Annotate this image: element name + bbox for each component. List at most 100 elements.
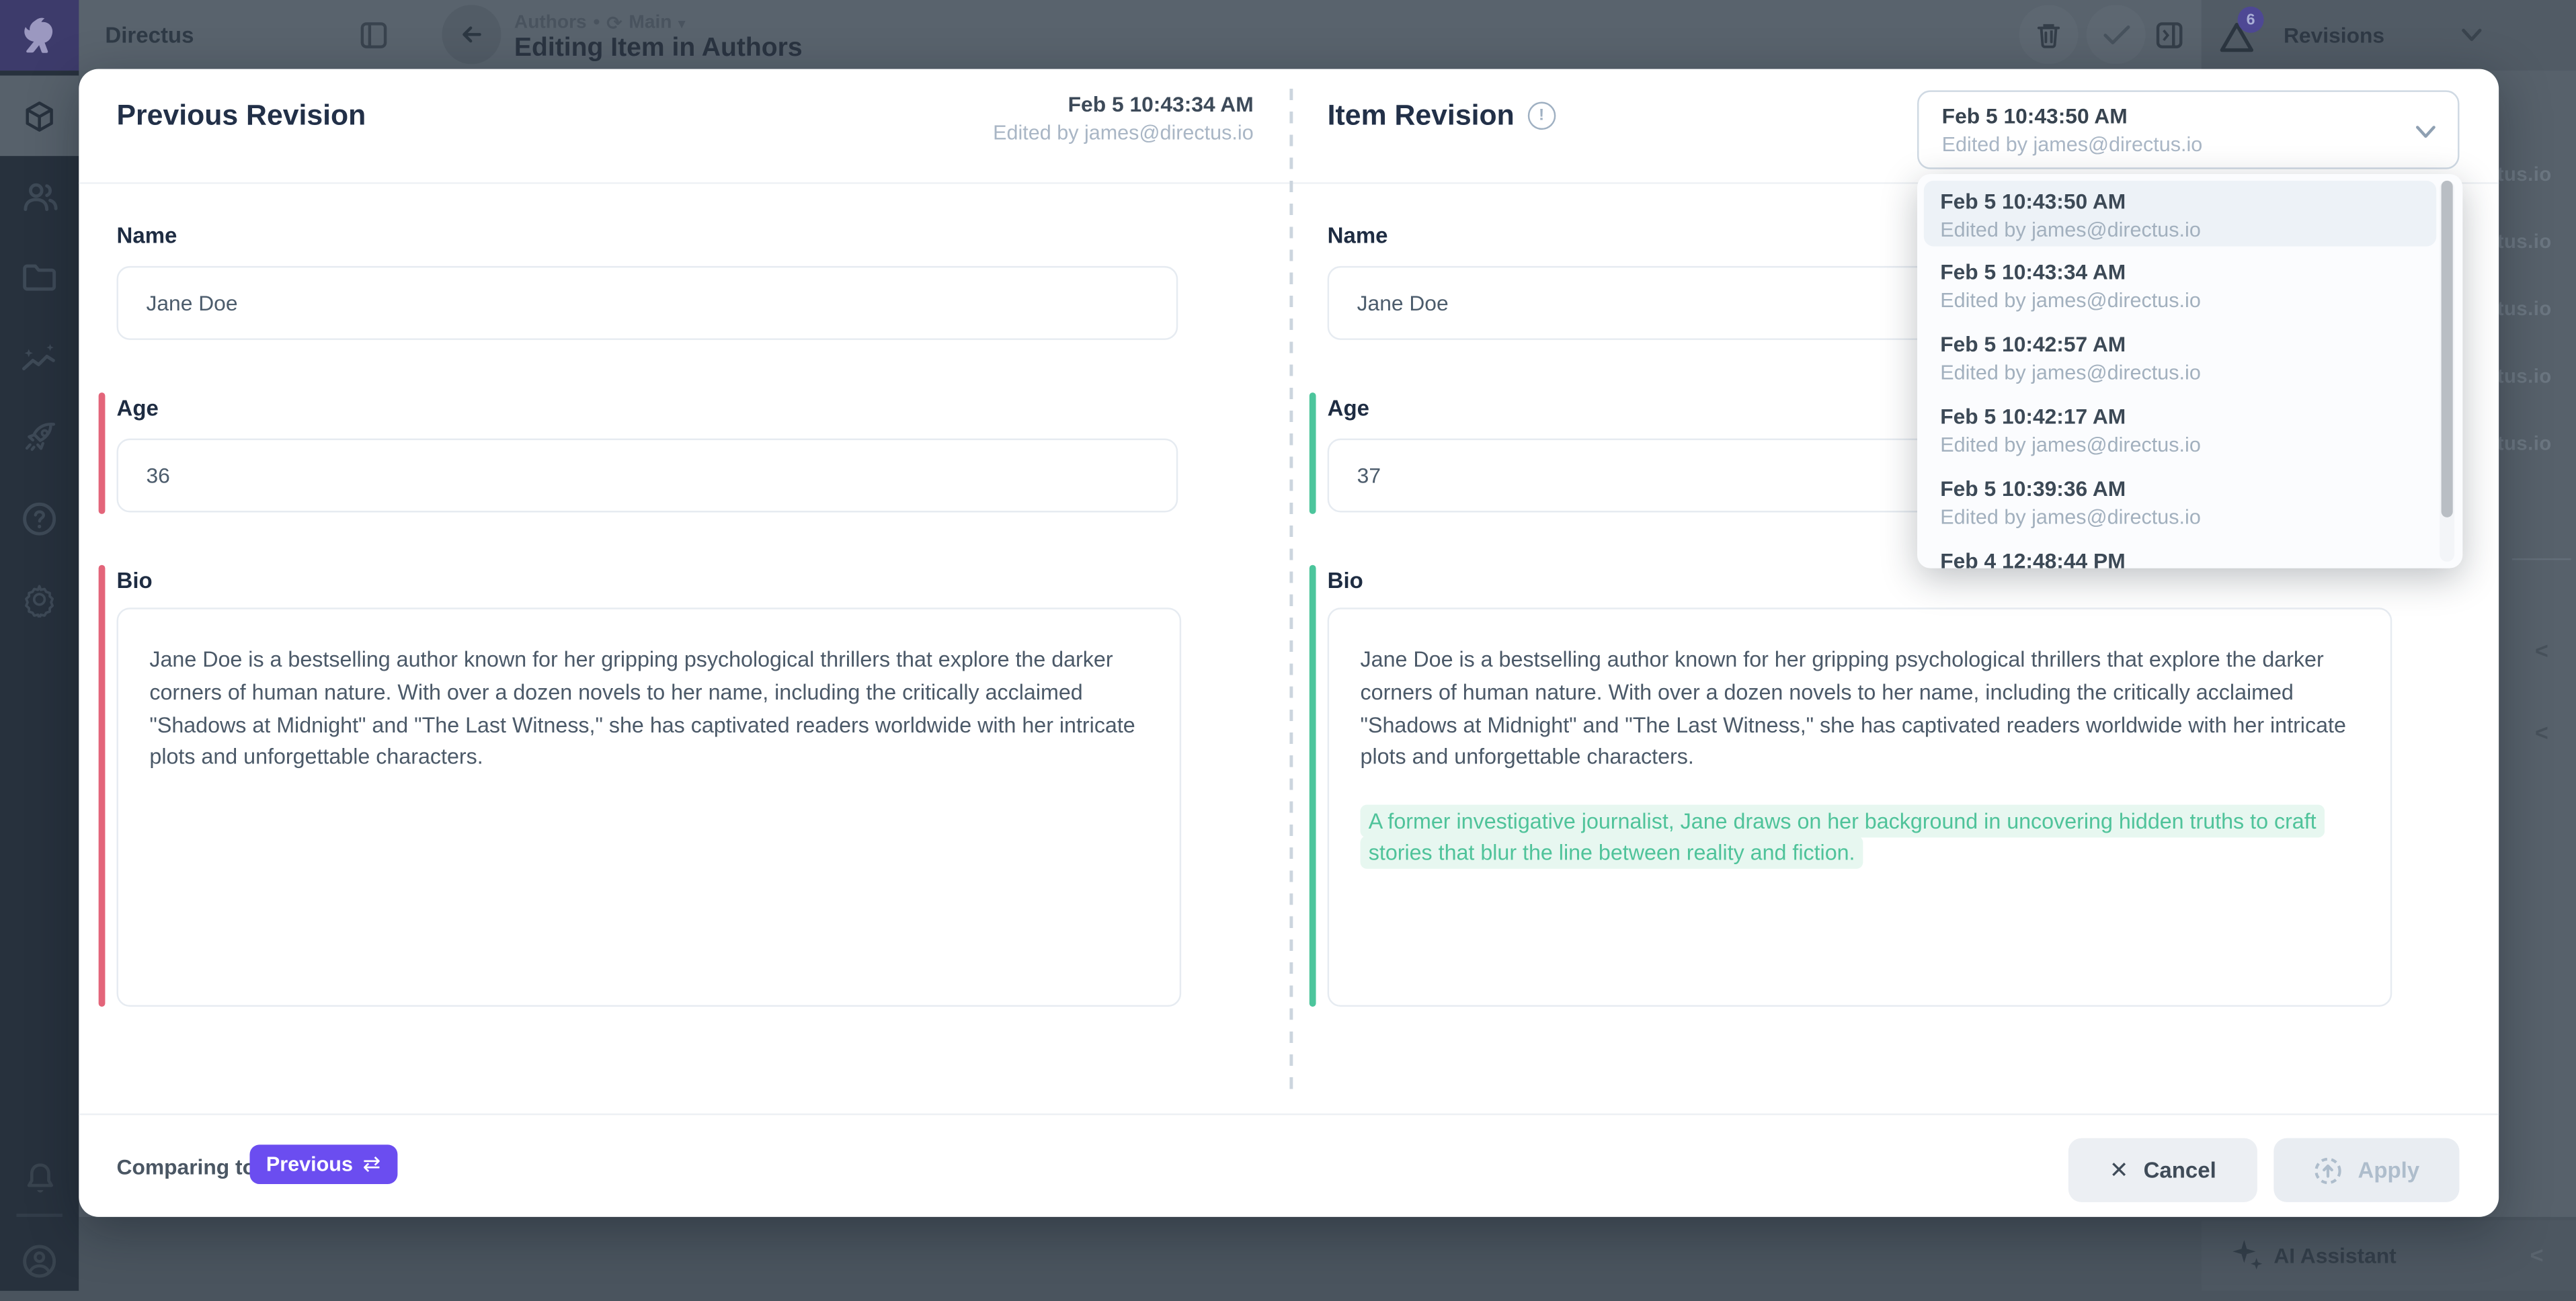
module-content[interactable]: [0, 75, 79, 156]
version-name: Main: [629, 13, 672, 33]
previous-bio-text: Jane Doe is a bestselling author known f…: [149, 644, 1148, 774]
revision-select[interactable]: Feb 5 10:43:50 AM Edited by james@direct…: [1917, 90, 2459, 169]
current-name-value: Jane Doe: [1357, 291, 1449, 316]
revision-option[interactable]: Feb 5 10:39:36 AM Edited by james@direct…: [1917, 466, 2462, 539]
revision-option[interactable]: Feb 4 12:48:44 PM Edited by james@direct…: [1917, 539, 2462, 569]
current-age-value: 37: [1357, 463, 1381, 488]
previous-revision-meta: Feb 5 10:43:34 AM Edited by james@direct…: [797, 92, 1253, 146]
back-button[interactable]: [442, 5, 501, 64]
previous-revision-title: Previous Revision: [117, 99, 366, 133]
revision-option-editor: Edited by james@directus.io: [1940, 504, 2462, 532]
version-branch-icon: ⟳: [606, 11, 622, 34]
item-revision-title-text: Item Revision: [1328, 99, 1515, 133]
module-users[interactable]: [0, 156, 79, 237]
help-icon: [22, 500, 58, 536]
field-label-age: Age: [117, 396, 159, 421]
ai-assistant-bar[interactable]: AI Assistant <: [2202, 1220, 2576, 1291]
cancel-label: Cancel: [2144, 1158, 2216, 1183]
revisions-count-badge: 6: [2238, 7, 2264, 33]
compare-target-button[interactable]: Previous ⇄: [249, 1144, 397, 1184]
revision-option[interactable]: Feb 5 10:42:17 AM Edited by james@direct…: [1917, 394, 2462, 467]
rabbit-logo-icon: [18, 15, 61, 55]
module-settings[interactable]: [0, 558, 79, 639]
revision-option-editor: Edited by james@directus.io: [1940, 217, 2436, 245]
info-icon[interactable]: !: [1527, 102, 1556, 130]
change-indicator-bio: [1310, 565, 1316, 1007]
change-indicator-bio: [99, 565, 106, 1007]
field-label-bio: Bio: [117, 569, 153, 593]
dropdown-scrollbar-thumb[interactable]: [2442, 181, 2453, 517]
chevron-down-icon: [2415, 125, 2437, 140]
revision-option-time: Feb 5 10:43:50 AM: [1940, 187, 2436, 216]
revision-option[interactable]: Feb 5 10:43:50 AM Edited by james@direct…: [1924, 181, 2436, 247]
arrow-left-icon: [458, 22, 485, 48]
previous-revision-timestamp: Feb 5 10:43:34 AM: [797, 92, 1253, 118]
previous-revision-title-text: Previous Revision: [117, 99, 366, 133]
revision-option[interactable]: Feb 5 10:42:57 AM Edited by james@direct…: [1917, 322, 2462, 394]
revision-option-time: Feb 5 10:42:57 AM: [1940, 330, 2462, 358]
delete-item-button[interactable]: [2019, 5, 2079, 64]
cancel-button[interactable]: ✕ Cancel: [2068, 1138, 2257, 1202]
chevron-left-icon: <: [2535, 719, 2548, 745]
breadcrumb[interactable]: Authors • ⟳ Main ▾: [514, 11, 685, 34]
project-name: Directus: [105, 23, 194, 48]
gear-icon: [22, 581, 58, 617]
directus-logo[interactable]: [0, 0, 79, 71]
chevron-left-icon: <: [2530, 1242, 2544, 1268]
revision-option[interactable]: Feb 5 10:43:34 AM Edited by james@direct…: [1917, 249, 2462, 322]
chevron-left-icon: <: [2535, 637, 2548, 663]
breadcrumb-collection: Authors: [514, 13, 587, 33]
save-item-button[interactable]: [2087, 5, 2146, 64]
top-bar: Directus Authors • ⟳ Main ▾ Editing Item…: [0, 0, 2576, 71]
revision-option-time: Feb 4 12:48:44 PM: [1940, 547, 2462, 569]
trash-icon: [2036, 21, 2062, 49]
page-title: Editing Item in Authors: [514, 34, 803, 64]
revision-compare-modal: Previous Revision Feb 5 10:43:34 AM Edit…: [79, 69, 2499, 1217]
panel-dashed-divider: [1289, 89, 1293, 1094]
revision-row-fragment: tus.io: [2499, 365, 2552, 388]
close-icon: ✕: [2109, 1156, 2129, 1184]
module-marketplace[interactable]: [0, 397, 79, 478]
module-bar: [0, 71, 79, 1291]
collapse-sidebar-icon[interactable]: [360, 22, 388, 50]
revision-dropdown-menu: Feb 5 10:43:50 AM Edited by james@direct…: [1917, 174, 2462, 569]
revision-option-time: Feb 5 10:42:17 AM: [1940, 403, 2462, 431]
breadcrumb-separator: •: [593, 13, 600, 33]
sidebar-divider: [16, 1214, 62, 1217]
revision-row-fragment: tus.io: [2499, 297, 2552, 320]
notifications-button[interactable]: [0, 1138, 79, 1219]
revision-select-value: Feb 5 10:43:50 AM: [1942, 103, 2128, 128]
revision-option-editor: Edited by james@directus.io: [1940, 432, 2462, 460]
module-insights[interactable]: [0, 317, 79, 398]
module-files[interactable]: [0, 237, 79, 317]
check-icon: [2102, 24, 2130, 45]
current-bio-textarea[interactable]: Jane Doe is a bestselling author known f…: [1328, 607, 2392, 1007]
bell-icon: [22, 1161, 56, 1197]
apply-label: Apply: [2358, 1158, 2420, 1183]
field-label-name: Name: [1328, 223, 1388, 248]
dropdown-scrollbar[interactable]: [2440, 181, 2454, 562]
previous-name-value: Jane Doe: [147, 291, 238, 316]
compare-target-label: Previous: [266, 1153, 353, 1176]
revision-row-fragment: tus.io: [2499, 230, 2552, 253]
caret-down-icon: ▾: [678, 15, 685, 30]
insights-sparkline-icon: [19, 341, 59, 374]
module-help[interactable]: [0, 478, 79, 558]
revisions-panel-title: Revisions: [2284, 23, 2384, 48]
previous-name-input[interactable]: Jane Doe: [117, 266, 1178, 340]
revision-option-editor: Edited by james@directus.io: [1940, 288, 2462, 316]
expand-sidebar-icon[interactable]: [2155, 22, 2183, 50]
previous-age-input[interactable]: 36: [117, 439, 1178, 513]
previous-age-value: 36: [147, 463, 170, 488]
swap-arrows-icon: ⇄: [363, 1152, 381, 1177]
change-indicator-age: [99, 392, 106, 514]
ai-assistant-label: AI Assistant: [2273, 1243, 2396, 1268]
user-menu-button[interactable]: [0, 1220, 79, 1301]
revisions-sidebar-fragment: tus.io tus.io tus.io tus.io tus.io < <: [2499, 71, 2576, 1217]
folder-icon: [22, 262, 58, 292]
previous-bio-textarea[interactable]: Jane Doe is a bestselling author known f…: [117, 607, 1182, 1007]
item-revision-title: Item Revision !: [1328, 99, 1556, 133]
chevron-down-icon[interactable]: [2461, 28, 2483, 43]
apply-button[interactable]: Apply: [2273, 1138, 2459, 1202]
comparing-to-label: Comparing to: [117, 1155, 256, 1179]
